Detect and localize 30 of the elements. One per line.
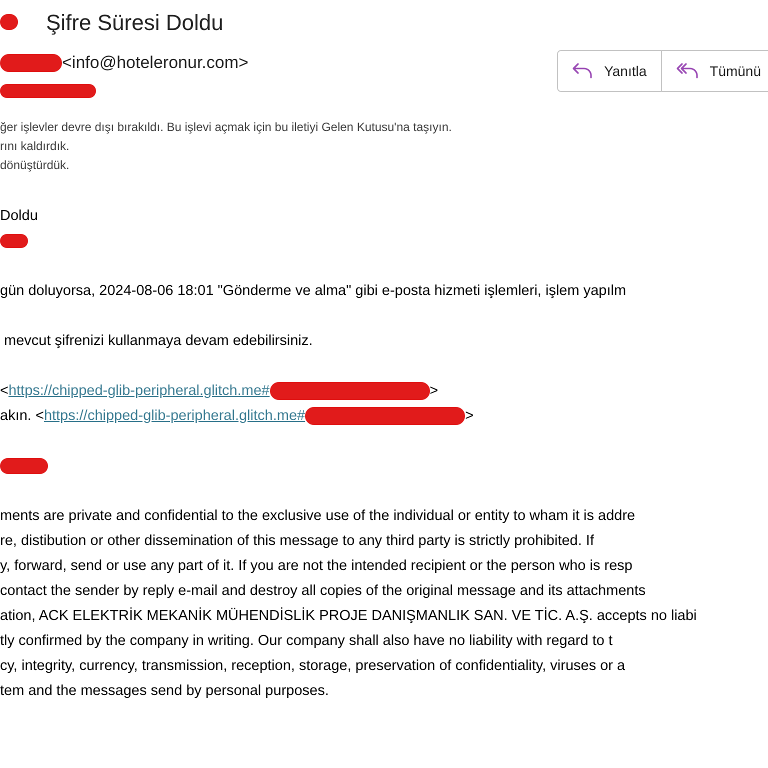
reply-icon bbox=[572, 62, 594, 80]
message-text: ation, ACK ELEKTRİK MEKANİK MÜHENDİSLİK PROJE DANIŞMANLIK SAN. VE TİC. A.Ş. accepts no liabi bbox=[0, 606, 697, 626]
message-text: mevcut şifrenizi kullanmaya devam edebilirsiniz. bbox=[4, 332, 313, 350]
email-subject: Şifre Süresi Doldu bbox=[46, 8, 224, 37]
redaction-mark bbox=[0, 458, 48, 474]
message-text: tly confirmed by the company in writing. Our company shall also have no liability with regard to t bbox=[0, 632, 613, 650]
redaction-mark bbox=[0, 14, 18, 30]
link[interactable]: https://chipped-glib-peripheral.glitch.me# bbox=[8, 378, 270, 404]
info-notice: dönüştürdük. bbox=[0, 156, 70, 174]
link[interactable]: https://chipped-glib-peripheral.glitch.me# bbox=[44, 404, 306, 428]
message-text: < bbox=[0, 382, 8, 400]
redaction-mark bbox=[0, 54, 62, 72]
message-text: cy, integrity, currency, transmission, reception, storage, preservation of confidentiality, viruses or a bbox=[0, 656, 626, 676]
message-text: gün doluyorsa, 2024-08-06 18:01 "Gönderme ve alma" gibi e-posta hizmeti işlemleri, işlem yapılm bbox=[0, 282, 626, 300]
message-text: ments are private and confidential to the exclusive use of the individual or entity to wham it is addre bbox=[0, 506, 636, 526]
message-text: tem and the messages send by personal purposes. bbox=[0, 682, 329, 700]
message-text: Doldu bbox=[0, 206, 38, 226]
message-text: contact the sender by reply e-mail and destroy all copies of the original message and its attachments bbox=[0, 582, 646, 600]
sender-email: <info@hoteleronur.com> bbox=[62, 52, 248, 74]
reply-all-icon bbox=[676, 62, 700, 80]
info-notice: rını kaldırdık. bbox=[0, 138, 70, 154]
info-notice: ğer işlevler devre dışı bırakıldı. Bu işlevi açmak için bu iletiyi Gelen Kutusu'na taşıyın. bbox=[0, 118, 452, 136]
message-text: > bbox=[465, 406, 474, 426]
reply-all-button[interactable]: Tümünü bbox=[662, 50, 768, 92]
message-text: > bbox=[430, 382, 438, 400]
message-text: akın. < bbox=[0, 406, 44, 426]
message-text: re, distibution or other dissemination of this message to any third party is strictly prohibited. If bbox=[0, 532, 594, 550]
reply-button[interactable]: Yanıtla bbox=[557, 50, 662, 92]
message-text: y, forward, send or use any part of it. If you are not the intended recipient or the person who is resp bbox=[0, 556, 632, 576]
redaction-mark bbox=[0, 234, 28, 248]
